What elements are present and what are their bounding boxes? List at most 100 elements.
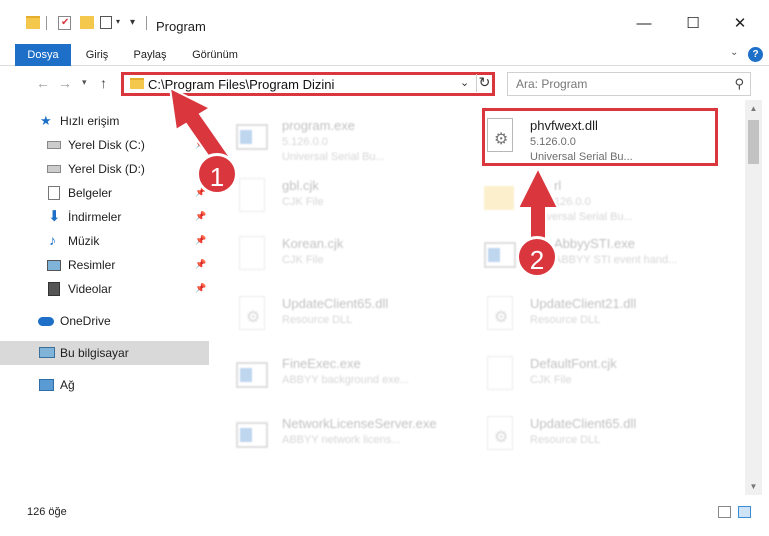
new-folder-icon[interactable] — [80, 16, 94, 29]
pin-icon[interactable]: 📌 — [195, 235, 206, 246]
sidebar-item-onedrive[interactable]: OneDrive — [0, 309, 209, 333]
large-icons-view-icon[interactable] — [738, 506, 751, 518]
sidebar-item-local-disk-d[interactable]: Yerel Disk (D:) 📌 — [0, 157, 209, 181]
file-item[interactable]: Korean.cjk CJK File — [210, 226, 450, 284]
separator-icon — [46, 16, 47, 30]
file-icon — [236, 236, 268, 272]
file-name: program.exe — [282, 118, 355, 133]
video-icon — [48, 282, 60, 296]
address-bar[interactable]: C:\Program Files\Program Dizini ⌄ ↻ — [121, 72, 495, 96]
scroll-thumb[interactable] — [748, 120, 759, 164]
sidebar-item-network[interactable]: Ağ — [0, 373, 209, 397]
file-description: Universal Serial Bu... — [530, 211, 633, 223]
file-version: 5.126.0.0 — [282, 136, 328, 148]
pin-icon[interactable]: 📌 — [195, 259, 206, 270]
sidebar-item-videos[interactable]: Videolar 📌 — [0, 277, 209, 301]
sidebar-item-music[interactable]: ♪ Müzik 📌 — [0, 229, 209, 253]
file-name: FineExec.exe — [282, 356, 361, 371]
file-name: UpdateClient65.dll — [530, 416, 637, 431]
pin-icon[interactable]: 📌 — [195, 283, 206, 294]
dll-icon: ⚙ — [236, 296, 268, 332]
pictures-icon — [47, 260, 61, 271]
computer-icon — [39, 347, 55, 358]
properties-icon[interactable]: ✔ — [58, 16, 71, 30]
sidebar-item-label: Belgeler — [68, 186, 113, 200]
sidebar-item-quick-access[interactable]: ★ Hızlı erişim — [0, 109, 209, 133]
refresh-icon[interactable]: ↻ — [476, 74, 492, 92]
sidebar-item-label: İndirmeler — [68, 210, 122, 224]
sidebar-item-label: Bu bilgisayar — [60, 346, 129, 360]
customize-toolbar-icon[interactable]: ▾ — [130, 17, 135, 28]
sidebar-item-downloads[interactable]: ⬇ İndirmeler 📌 — [0, 205, 209, 229]
back-arrow-icon[interactable]: ← — [36, 75, 50, 91]
file-item[interactable]: ⚙ UpdateClient65.dll Resource DLL — [458, 406, 698, 464]
title-separator — [146, 16, 147, 30]
drive-icon — [47, 165, 61, 173]
sidebar-item-label: OneDrive — [60, 314, 111, 328]
address-folder-icon — [130, 78, 144, 89]
file-item[interactable]: ⚙ UpdateClient65.dll Resource DLL — [210, 286, 450, 344]
documents-icon — [48, 186, 60, 200]
help-icon[interactable]: ? — [748, 47, 763, 62]
file-type: CJK File — [530, 374, 572, 386]
expand-ribbon-icon[interactable]: ⌄ — [730, 47, 738, 58]
file-version: 126.0.0 — [554, 196, 591, 208]
file-type: Resource DLL — [282, 314, 353, 326]
ribbon-tabs: Dosya Giriş Paylaş Görünüm ⌄ ? — [0, 44, 769, 66]
exe-icon — [484, 236, 516, 272]
step-badge-1: 1 — [196, 153, 238, 195]
scroll-up-icon[interactable]: ▲ — [745, 104, 762, 113]
tab-file[interactable]: Dosya — [15, 44, 71, 66]
dll-icon: ⚙ — [484, 416, 516, 452]
music-icon: ♪ — [49, 232, 56, 248]
scroll-down-icon[interactable]: ▼ — [745, 482, 762, 491]
file-item[interactable]: NetworkLicenseServer.exe ABBYY network l… — [210, 406, 450, 464]
file-item[interactable]: DefaultFont.cjk CJK File — [458, 346, 698, 404]
pin-icon[interactable]: 📌 — [195, 139, 206, 150]
folder-icon — [26, 16, 40, 29]
file-item[interactable]: gbl.cjk CJK File — [210, 168, 450, 226]
sidebar-item-label: Resimler — [68, 258, 116, 272]
file-type: CJK File — [282, 196, 324, 208]
sidebar-item-local-disk-c[interactable]: Yerel Disk (C:) 📌 — [0, 133, 209, 157]
file-item[interactable]: AbbyySTI.exe ABBYY STI event hand... — [458, 226, 698, 284]
quick-access-menu-icon[interactable] — [100, 16, 112, 29]
address-dropdown-icon[interactable]: ⌄ — [460, 76, 469, 89]
tab-home[interactable]: Giriş — [80, 44, 114, 66]
step-badge-2: 2 — [516, 236, 558, 278]
search-input[interactable]: Ara: Program — [516, 77, 587, 91]
recent-locations-icon[interactable]: ▾ — [82, 77, 87, 88]
file-description: ABBYY background exe... — [282, 374, 409, 386]
address-path[interactable]: C:\Program Files\Program Dizini — [148, 77, 334, 92]
search-box[interactable]: Ara: Program ⚲ — [507, 72, 751, 96]
maximize-button[interactable]: ☐ — [683, 14, 703, 34]
window-title: Program — [156, 19, 206, 34]
file-icon — [484, 356, 516, 392]
close-button[interactable]: ✕ — [730, 14, 750, 34]
file-item[interactable]: ⚙ UpdateClient21.dll Resource DLL — [458, 286, 698, 344]
sidebar-item-label: Yerel Disk (D:) — [68, 162, 145, 176]
file-name: DefaultFont.cjk — [530, 356, 617, 371]
up-arrow-icon[interactable]: ↑ — [100, 75, 107, 91]
file-type: Resource DLL — [530, 434, 601, 446]
file-item[interactable]: program.exe 5.126.0.0 Universal Serial B… — [210, 108, 450, 166]
pin-icon[interactable]: 📌 — [195, 211, 206, 222]
vertical-scrollbar[interactable]: ▲ ▼ — [745, 100, 762, 495]
highlight-box — [482, 108, 718, 166]
file-name: Korean.cjk — [282, 236, 344, 251]
file-item[interactable]: FineExec.exe ABBYY background exe... — [210, 346, 450, 404]
drive-icon — [47, 141, 61, 149]
sidebar-item-pictures[interactable]: Resimler 📌 — [0, 253, 209, 277]
forward-arrow-icon[interactable]: → — [58, 75, 72, 91]
tab-view[interactable]: Görünüm — [188, 44, 242, 66]
file-item[interactable]: rl 126.0.0 Universal Serial Bu... — [458, 168, 698, 226]
status-bar: 126 öğe — [0, 500, 769, 524]
tab-share[interactable]: Paylaş — [128, 44, 172, 66]
minimize-button[interactable]: — — [634, 14, 654, 34]
exe-icon — [236, 118, 268, 154]
sidebar-item-this-pc[interactable]: Bu bilgisayar — [0, 341, 209, 365]
details-view-icon[interactable] — [718, 506, 731, 518]
sidebar-item-documents[interactable]: Belgeler 📌 — [0, 181, 209, 205]
search-icon[interactable]: ⚲ — [734, 76, 744, 92]
chevron-down-icon[interactable]: ▾ — [116, 17, 120, 26]
